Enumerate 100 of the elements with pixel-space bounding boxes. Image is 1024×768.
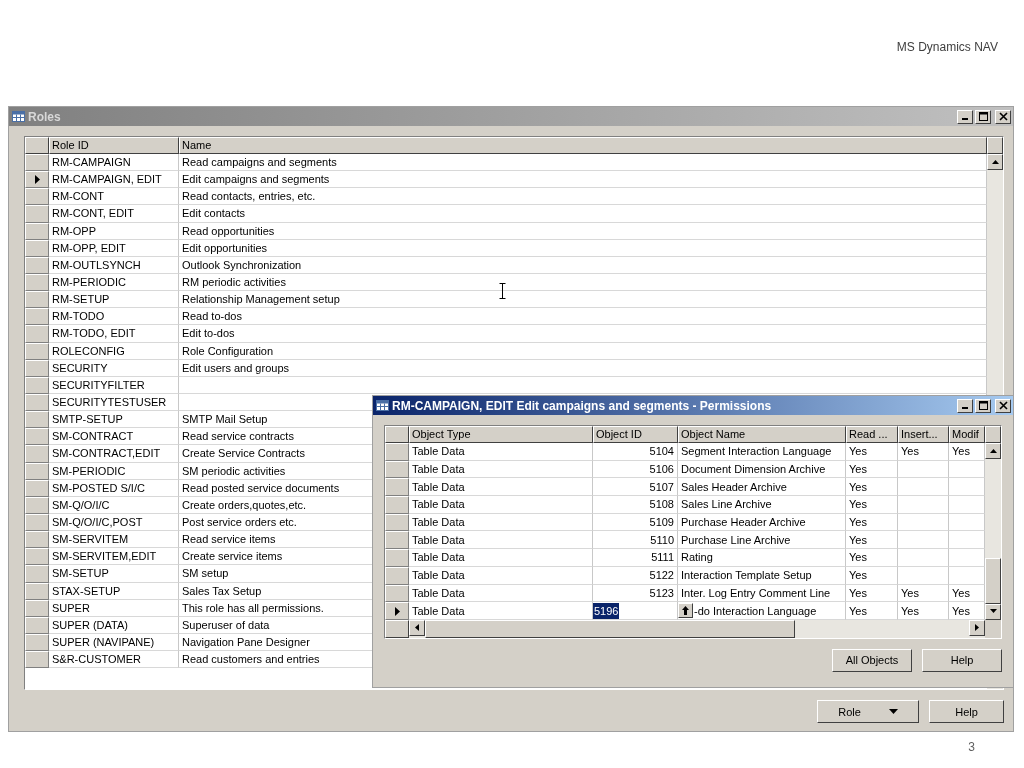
maximize-button[interactable] <box>975 398 991 413</box>
window-title: RM-CAMPAIGN, EDIT Edit campaigns and segments - Permissions <box>392 398 772 413</box>
table-cell: Table Data <box>409 602 593 620</box>
close-icon <box>998 401 1008 410</box>
empty-cell <box>898 478 949 497</box>
row-selector[interactable] <box>385 602 409 620</box>
column-header[interactable]: Object Name <box>678 426 846 443</box>
table-cell: Read to-dos <box>179 308 987 326</box>
row-selector[interactable] <box>25 171 49 189</box>
table-cell: Read campaigns and segments <box>179 154 987 172</box>
minimize-button[interactable] <box>957 109 973 124</box>
table-cell: RM-OPP <box>49 222 179 240</box>
table-cell: 5109 <box>593 513 678 532</box>
column-header[interactable]: Read ... <box>846 426 898 443</box>
scroll-thumb[interactable] <box>985 557 1001 604</box>
empty-cell <box>898 513 949 532</box>
column-header[interactable]: Insert... <box>898 426 949 443</box>
table-cell: Edit contacts <box>179 205 987 223</box>
empty-cell <box>898 496 949 514</box>
table-cell: Segment Interaction Language <box>678 443 846 461</box>
vertical-scrollbar[interactable] <box>985 443 1001 620</box>
table-cell: Yes <box>846 549 898 567</box>
table-cell: RM-SETUP <box>49 291 179 309</box>
table-cell: SM-CONTRACT,EDIT <box>49 445 179 463</box>
maximize-button[interactable] <box>975 109 991 124</box>
text-input[interactable]: 5196 <box>593 602 620 619</box>
maximize-icon <box>978 112 988 121</box>
table-cell: 5122 <box>593 566 678 585</box>
table-cell: SECURITY <box>49 359 179 377</box>
empty-cell <box>898 531 949 550</box>
action-button[interactable]: All Objects <box>832 648 912 672</box>
table-cell: Table Data <box>409 584 593 603</box>
table-cell: Yes <box>846 478 898 497</box>
table-cell: RM-CAMPAIGN, EDIT <box>49 171 179 189</box>
column-header[interactable]: Modif <box>949 426 985 443</box>
current-row-icon <box>394 606 400 616</box>
table-cell: SM-POSTED S/I/C <box>49 479 179 497</box>
maximize-icon <box>978 401 988 410</box>
table-cell: Table Data <box>409 566 593 585</box>
table-icon <box>376 400 389 411</box>
table-cell: Relationship Management setup <box>179 291 987 309</box>
column-header[interactable]: Role ID <box>49 137 179 154</box>
table-cell: Table Data <box>409 531 593 550</box>
table-cell: Yes <box>898 584 949 603</box>
empty-cell <box>898 549 949 567</box>
table-cell-text: -do Interaction Language <box>694 603 817 619</box>
empty-cell <box>898 566 949 585</box>
table-cell: RM-TODO <box>49 308 179 326</box>
table-cell: RM-OUTLSYNCH <box>49 256 179 274</box>
scroll-up-button[interactable] <box>987 154 1003 170</box>
table-cell: Document Dimension Archive <box>678 460 846 479</box>
scroll-up-button[interactable] <box>985 443 1001 459</box>
action-button[interactable]: Help <box>929 700 1004 723</box>
table-cell: Table Data <box>409 513 593 532</box>
table-cell: RM-CONT, EDIT <box>49 205 179 223</box>
table-cell: Yes <box>898 602 949 620</box>
table-cell: 5107 <box>593 478 678 497</box>
table-cell: Edit campaigns and segments <box>179 171 987 189</box>
table-cell: Edit to-dos <box>179 325 987 343</box>
table-cell: Edit users and groups <box>179 359 987 377</box>
arrow-left-icon <box>412 623 422 633</box>
page-number: 3 <box>968 740 975 754</box>
table-cell: 5106 <box>593 460 678 479</box>
empty-cell <box>898 460 949 479</box>
table-cell: Rating <box>678 549 846 567</box>
table-cell: SM-Q/O/I/C <box>49 496 179 514</box>
close-button[interactable] <box>995 109 1011 124</box>
table-cell: Edit opportunities <box>179 239 987 257</box>
window-title: Roles <box>28 109 61 124</box>
table-cell: Yes <box>846 513 898 532</box>
current-row-icon <box>34 175 40 185</box>
table-cell: RM-CAMPAIGN <box>49 154 179 172</box>
table-cell: STAX-SETUP <box>49 582 179 600</box>
table-cell: SUPER (DATA) <box>49 616 179 634</box>
lookup-button[interactable] <box>678 603 693 619</box>
table-cell: Purchase Header Archive <box>678 513 846 532</box>
minimize-button[interactable] <box>957 398 973 413</box>
table-cell: Table Data <box>409 460 593 479</box>
arrow-up-icon <box>682 606 689 616</box>
table-cell: Read contacts, entries, etc. <box>179 188 987 206</box>
column-header[interactable]: Name <box>179 137 987 154</box>
column-header[interactable]: Object Type <box>409 426 593 443</box>
table-cell: SM-PERIODIC <box>49 462 179 480</box>
table-cell: 5123 <box>593 584 678 603</box>
table-cell: 5104 <box>593 443 678 461</box>
table-cell: SM-SERVITEM <box>49 531 179 549</box>
menu-button[interactable]: Role <box>817 700 919 723</box>
close-button[interactable] <box>995 398 1011 413</box>
arrow-up-icon <box>990 157 1000 167</box>
table-cell: RM-CONT <box>49 188 179 206</box>
table-icon <box>12 111 25 122</box>
table-cell: Outlook Synchronization <box>179 256 987 274</box>
table-cell: SM-SETUP <box>49 565 179 583</box>
action-button[interactable]: Help <box>922 648 1002 672</box>
table-cell: SECURITYFILTER <box>49 376 179 394</box>
table-cell: Sales Line Archive <box>678 496 846 514</box>
table-cell: Read opportunities <box>179 222 987 240</box>
column-header[interactable]: Object ID <box>593 426 678 443</box>
table-cell: Yes <box>846 460 898 479</box>
table-cell: RM-TODO, EDIT <box>49 325 179 343</box>
